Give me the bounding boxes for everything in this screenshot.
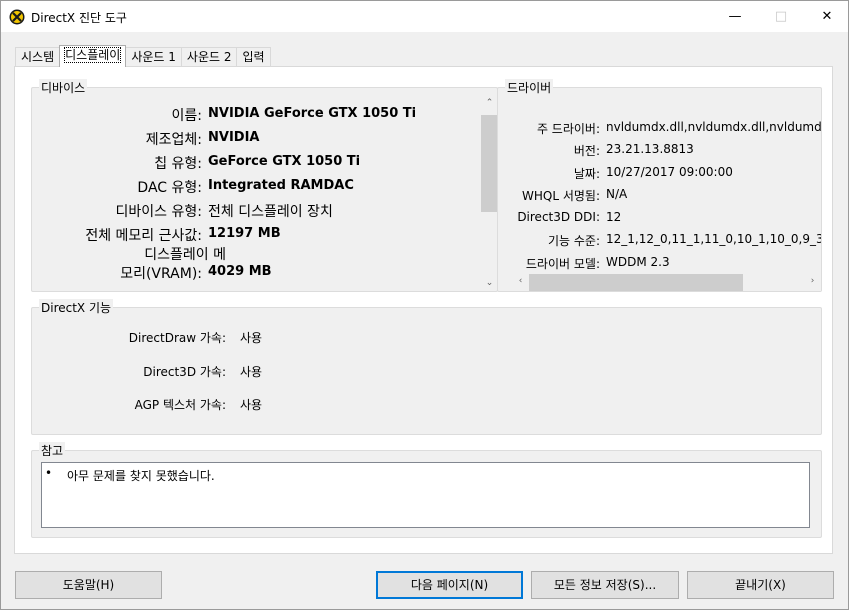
device-scroll-thumb[interactable] <box>481 115 498 212</box>
driver-scroll-thumb[interactable] <box>529 274 743 291</box>
maximize-icon: □ <box>774 9 788 24</box>
minimize-icon: — <box>728 9 742 24</box>
device-vertical-scrollbar[interactable]: ⌃ ⌄ <box>481 98 498 290</box>
close-button[interactable]: ✕ <box>804 1 849 32</box>
maximize-button: □ <box>758 1 804 32</box>
directdraw-label: DirectDraw 가속: <box>128 331 226 345</box>
scroll-down-icon[interactable]: ⌄ <box>481 278 498 288</box>
dac-type-label: DAC 유형: <box>137 180 202 196</box>
manufacturer-value: NVIDIA <box>208 130 260 145</box>
total-memory-value: 12197 MB <box>208 226 281 241</box>
direct3d-label: Direct3D 가속: <box>143 365 226 379</box>
display-memory-value: 4029 MB <box>208 264 272 279</box>
window-title: DirectX 진단 도구 <box>31 11 127 25</box>
notes-item: 아무 문제를 찾지 못했습니다. <box>67 469 215 483</box>
notes-group-title: 참고 <box>39 442 66 459</box>
tab-system[interactable]: 시스템 <box>15 47 61 67</box>
device-group: 디바이스 이름: NVIDIA GeForce GTX 1050 Ti 제조업체… <box>31 79 498 292</box>
chip-type-value: GeForce GTX 1050 Ti <box>208 154 361 169</box>
whql-value: N/A <box>606 187 628 201</box>
device-name-value: NVIDIA GeForce GTX 1050 Ti <box>208 106 417 121</box>
notes-bullet-icon: • <box>45 466 53 480</box>
next-page-button[interactable]: 다음 페이지(N) <box>376 571 523 599</box>
features-group-title: DirectX 기능 <box>39 299 114 316</box>
dxdiag-window: DirectX 진단 도구 — □ ✕ 시스템 디스플레이 사운드 1 사운드 … <box>0 0 849 610</box>
version-label: 버전: <box>573 144 600 158</box>
device-type-value: 전체 디스플레이 장치 <box>208 204 333 220</box>
version-value: 23.21.13.8813 <box>606 142 694 156</box>
minimize-button[interactable]: — <box>712 1 758 32</box>
device-type-label: 디바이스 유형: <box>115 204 202 220</box>
tab-strip: 시스템 디스플레이 사운드 1 사운드 2 입력 <box>15 45 271 67</box>
tab-display[interactable]: 디스플레이 <box>59 45 127 67</box>
tab-input[interactable]: 입력 <box>236 47 271 67</box>
direct3d-value: 사용 <box>240 365 263 379</box>
tab-sound-2[interactable]: 사운드 2 <box>180 47 238 67</box>
tab-sound-1[interactable]: 사운드 1 <box>125 47 182 67</box>
manufacturer-label: 제조업체: <box>145 132 202 148</box>
display-memory-label-1: 디스플레이 메 <box>144 247 226 263</box>
dac-type-value: Integrated RAMDAC <box>208 178 354 193</box>
close-icon: ✕ <box>821 9 833 24</box>
device-scroll-area[interactable]: 이름: NVIDIA GeForce GTX 1050 Ti 제조업체: NVI… <box>32 88 480 291</box>
scroll-left-icon[interactable]: ‹ <box>512 276 529 286</box>
display-tab-panel: 디바이스 이름: NVIDIA GeForce GTX 1050 Ti 제조업체… <box>14 66 833 554</box>
date-value: 10/27/2017 09:00:00 <box>606 165 733 179</box>
exit-button[interactable]: 끝내기(X) <box>687 571 834 599</box>
notes-group: 참고 • 아무 문제를 찾지 못했습니다. <box>31 442 822 538</box>
feature-levels-label: 기능 수준: <box>547 234 600 248</box>
directx-icon <box>9 9 25 25</box>
directdraw-value: 사용 <box>240 331 263 345</box>
d3d-ddi-label: Direct3D DDI: <box>517 210 600 224</box>
driver-model-value: WDDM 2.3 <box>606 255 670 269</box>
directx-features-group: DirectX 기능 DirectDraw 가속: 사용 Direct3D 가속… <box>31 299 822 435</box>
title-bar[interactable]: DirectX 진단 도구 — □ ✕ <box>1 1 848 32</box>
driver-model-label: 드라이버 모델: <box>525 257 600 271</box>
save-all-info-button[interactable]: 모든 정보 저장(S)... <box>531 571 679 599</box>
total-memory-label: 전체 메모리 근사값: <box>85 228 202 244</box>
whql-label: WHQL 서명됨: <box>522 189 600 203</box>
driver-scroll-area[interactable]: 주 드라이버: nvldumdx.dll,nvldumdx.dll,nvldum… <box>498 88 821 274</box>
main-driver-value: nvldumdx.dll,nvldumdx.dll,nvldumdx.dl <box>606 120 821 134</box>
feature-levels-value: 12_1,12_0,11_1,11_0,10_1,10_0,9_3,9_2 <box>606 232 821 246</box>
agp-value: 사용 <box>240 398 263 412</box>
date-label: 날짜: <box>573 167 600 181</box>
d3d-ddi-value: 12 <box>606 210 622 224</box>
chip-type-label: 칩 유형: <box>154 156 202 172</box>
scroll-up-icon[interactable]: ⌃ <box>481 98 498 108</box>
help-button[interactable]: 도움말(H) <box>15 571 162 599</box>
display-memory-label-2: 모리(VRAM): <box>120 266 202 282</box>
agp-label: AGP 텍스처 가속: <box>134 398 226 412</box>
main-driver-label: 주 드라이버: <box>536 122 600 136</box>
driver-horizontal-scrollbar[interactable]: ‹ › <box>512 274 821 291</box>
device-name-label: 이름: <box>171 108 202 124</box>
driver-group: 드라이버 주 드라이버: nvldumdx.dll,nvldumdx.dll,n… <box>497 79 822 292</box>
notes-textbox[interactable]: • 아무 문제를 찾지 못했습니다. <box>41 462 810 528</box>
scroll-right-icon[interactable]: › <box>804 276 821 286</box>
